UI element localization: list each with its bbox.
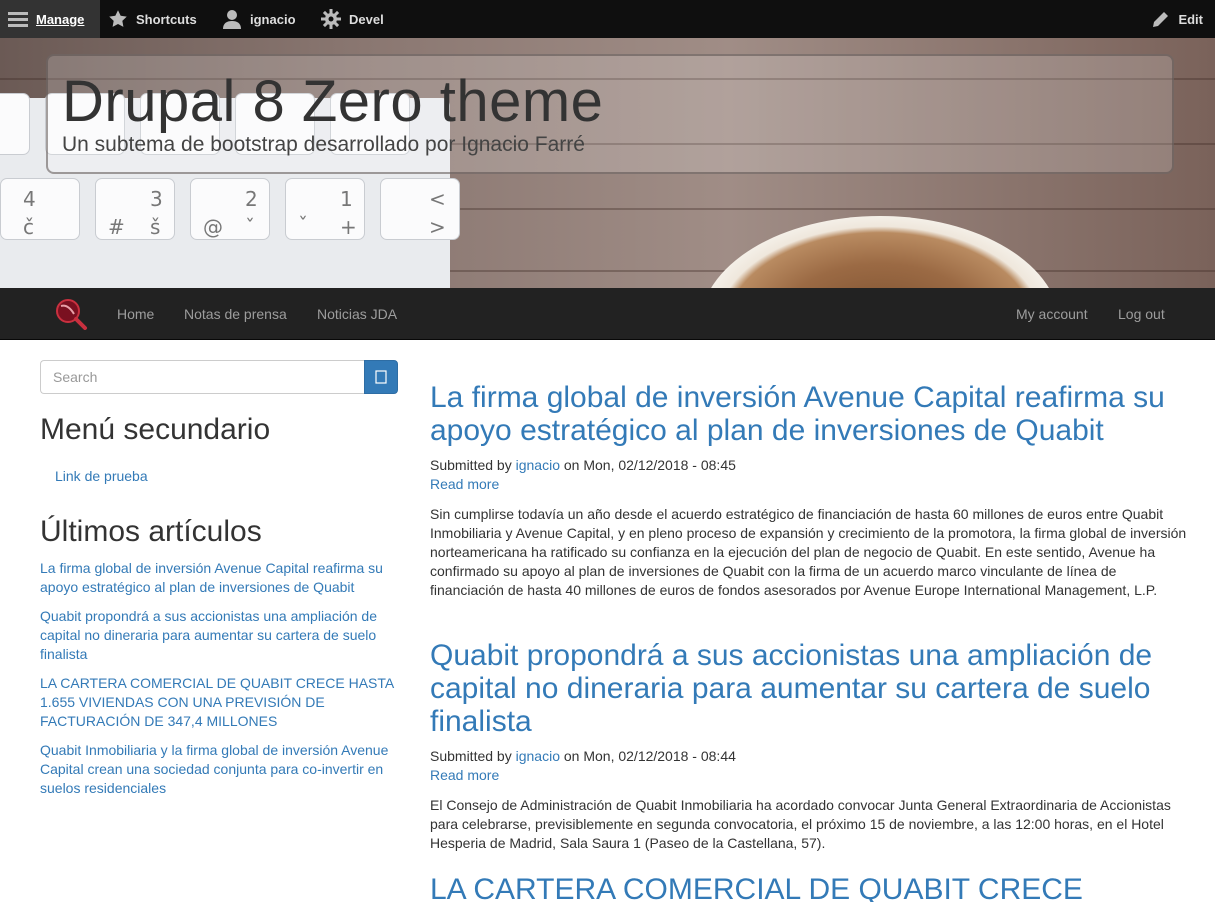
link-de-prueba[interactable]: Link de prueba xyxy=(55,467,148,486)
user-label: ignacio xyxy=(250,11,296,27)
article-summary: Sin cumplirse todavía un año desde el ac… xyxy=(430,506,1187,598)
user-button[interactable]: ignacio xyxy=(222,0,296,38)
devel-button[interactable]: Devel xyxy=(321,0,384,38)
recent-article-link[interactable]: Quabit Inmobiliaria y la firma global de… xyxy=(40,741,400,798)
secondary-menu-title: Menú secundario xyxy=(40,413,271,446)
article-title[interactable]: La firma global de inversión Avenue Capi… xyxy=(430,381,1190,447)
gear-icon xyxy=(321,9,341,29)
devel-label: Devel xyxy=(349,11,384,27)
hero-header: 4č 3 # š 2 @ ˇ 1 ˇ + < > Drupal 8 Zero theme Un… xyxy=(0,38,1215,288)
admin-toolbar: Manage Shortcuts ignacio Devel Edit xyxy=(0,0,1215,38)
site-title[interactable]: Drupal 8 Zero theme xyxy=(62,68,603,135)
article-meta: Submitted by ignacio on Mon, 02/12/2018 … xyxy=(430,748,736,764)
search-input[interactable] xyxy=(40,360,365,394)
nav-home[interactable]: Home xyxy=(117,288,154,340)
logo-icon[interactable] xyxy=(54,298,88,330)
user-icon xyxy=(223,10,241,29)
author-link[interactable]: ignacio xyxy=(516,457,560,473)
edit-button[interactable]: Edit xyxy=(1152,0,1203,38)
read-more-link[interactable]: Read more xyxy=(430,767,499,783)
nav-log-out[interactable]: Log out xyxy=(1118,288,1165,340)
star-icon xyxy=(109,10,127,27)
article-date: on Mon, 02/12/2018 - 08:44 xyxy=(563,748,736,764)
article-meta: Submitted by ignacio on Mon, 02/12/2018 … xyxy=(430,457,736,473)
recent-article-link[interactable]: LA CARTERA COMERCIAL DE QUABIT CRECE HAS… xyxy=(40,674,400,731)
read-more-link[interactable]: Read more xyxy=(430,476,499,492)
article-date: on Mon, 02/12/2018 - 08:45 xyxy=(563,457,736,473)
nav-my-account[interactable]: My account xyxy=(1016,288,1088,340)
recent-articles-title: Últimos artículos xyxy=(40,515,262,548)
pencil-icon xyxy=(1153,12,1169,27)
manage-button[interactable]: Manage xyxy=(0,0,100,38)
article-title[interactable]: Quabit propondrá a sus accionistas una a… xyxy=(430,639,1190,738)
article-title[interactable]: LA CARTERA COMERCIAL DE QUABIT CRECE xyxy=(430,873,1190,902)
submitted-by-label: Submitted by xyxy=(430,748,512,764)
recent-article-link[interactable]: La firma global de inversión Avenue Capi… xyxy=(40,559,400,597)
menu-icon xyxy=(8,12,28,27)
search-icon xyxy=(375,370,387,384)
site-slogan: Un subtema de bootstrap desarrollado por… xyxy=(62,133,585,156)
author-link[interactable]: ignacio xyxy=(516,748,560,764)
shortcuts-label: Shortcuts xyxy=(136,11,197,27)
article-summary: El Consejo de Administración de Quabit I… xyxy=(430,797,1171,851)
nav-noticias-jda[interactable]: Noticias JDA xyxy=(317,288,397,340)
nav-notas-de-prensa[interactable]: Notas de prensa xyxy=(184,288,287,340)
shortcuts-button[interactable]: Shortcuts xyxy=(108,0,197,38)
submitted-by-label: Submitted by xyxy=(430,457,512,473)
main-navbar: Home Notas de prensa Noticias JDA My acc… xyxy=(0,288,1215,340)
recent-article-link[interactable]: Quabit propondrá a sus accionistas una a… xyxy=(40,607,400,664)
edit-label: Edit xyxy=(1178,11,1203,27)
manage-label: Manage xyxy=(36,11,85,27)
search-button[interactable] xyxy=(364,360,398,394)
coffee-cup-image xyxy=(700,216,1060,288)
